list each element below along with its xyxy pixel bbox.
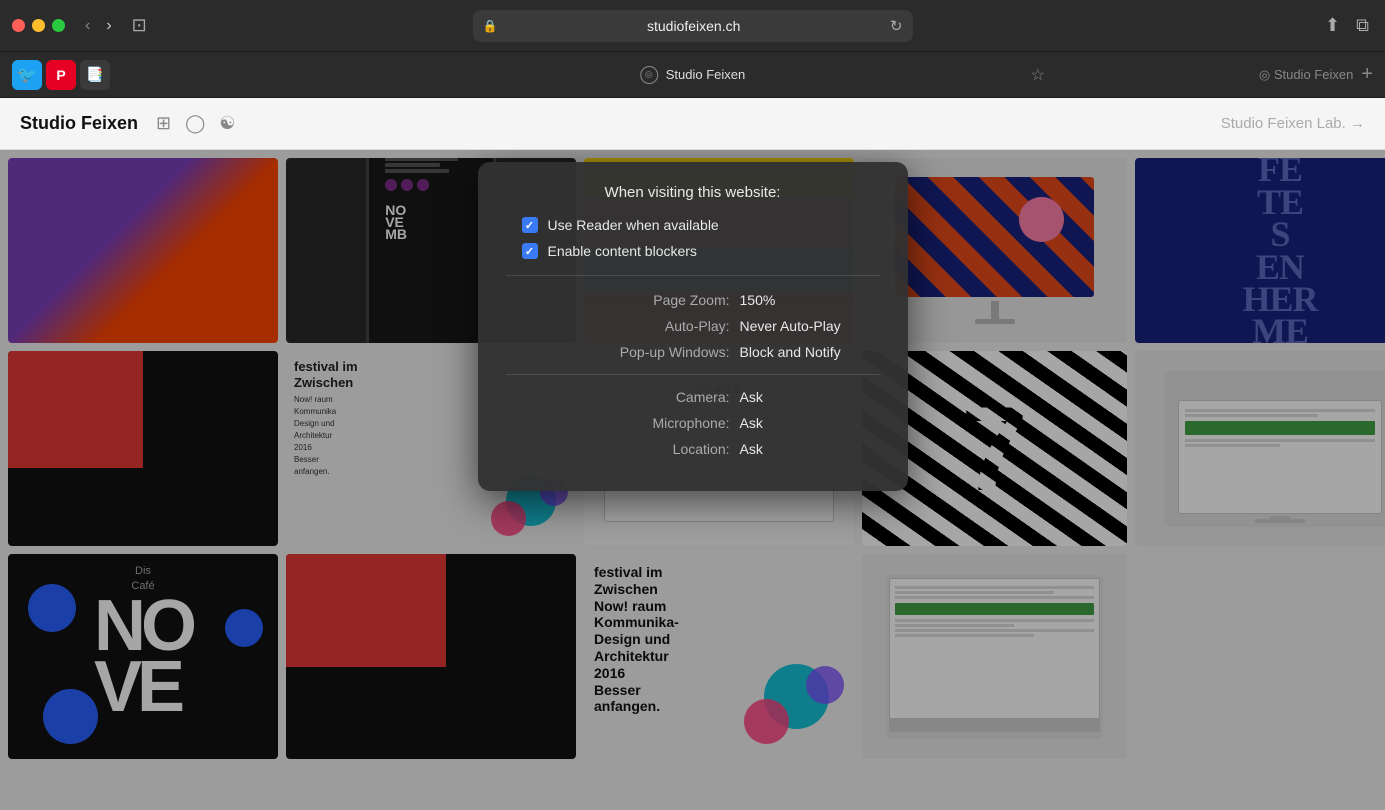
- location-value[interactable]: Ask: [740, 441, 880, 457]
- lab-link[interactable]: Studio Feixen Lab. →: [1221, 115, 1365, 132]
- use-reader-label: Use Reader when available: [548, 217, 719, 233]
- titlebar: ‹ › ⊡ 🔒 studiofeixen.ch ↻ ⬆ ⧉: [0, 0, 1385, 52]
- pinterest-favorite[interactable]: P: [46, 60, 76, 90]
- camera-value[interactable]: Ask: [740, 389, 880, 405]
- main-content: NOVEMB: [0, 150, 1385, 810]
- content-blockers-row[interactable]: ✓ Enable content blockers: [506, 243, 880, 259]
- reload-button[interactable]: ↻: [890, 17, 903, 35]
- toolbar-right: ⬆ ⧉: [1321, 11, 1373, 40]
- camera-label: Camera:: [600, 389, 740, 405]
- microphone-row: Microphone: Ask: [506, 415, 880, 431]
- tab-right-section: ◎ Studio Feixen +: [1259, 63, 1373, 86]
- page-header: Studio Feixen ⊞ ◯ ☯ Studio Feixen Lab. →: [0, 98, 1385, 150]
- content-blockers-label: Enable content blockers: [548, 243, 697, 259]
- use-reader-row[interactable]: ✓ Use Reader when available: [506, 217, 880, 233]
- share-button[interactable]: ⬆: [1321, 11, 1344, 40]
- forward-button[interactable]: ›: [100, 13, 117, 39]
- popup-windows-row: Pop-up Windows: Block and Notify: [506, 344, 880, 360]
- back-button[interactable]: ‹: [79, 13, 96, 39]
- microphone-value[interactable]: Ask: [740, 415, 880, 431]
- twitter-favorite[interactable]: 🐦: [12, 60, 42, 90]
- spiral-icon[interactable]: ☯: [219, 113, 235, 134]
- header-icons: ⊞ ◯ ☯: [156, 113, 235, 134]
- tab-studio-feixen-label: ◎ Studio Feixen: [1259, 67, 1353, 83]
- lock-icon: 🔒: [483, 19, 498, 33]
- sidebar-toggle-button[interactable]: ⊡: [124, 11, 155, 40]
- favorites-bar: 🐦 P 📑: [12, 60, 110, 90]
- minimize-button[interactable]: [32, 19, 45, 32]
- popup-overlay[interactable]: When visiting this website: ✓ Use Reader…: [0, 150, 1385, 810]
- page-zoom-value[interactable]: 150%: [740, 292, 880, 308]
- address-bar[interactable]: 🔒 studiofeixen.ch ↻: [473, 10, 913, 42]
- grid-icon[interactable]: ⊞: [156, 113, 171, 134]
- location-label: Location:: [600, 441, 740, 457]
- tab-favicon: ◎: [640, 66, 658, 84]
- fullscreen-button[interactable]: [52, 19, 65, 32]
- circle-icon[interactable]: ◯: [185, 113, 205, 134]
- bookmark-button[interactable]: ☆: [1031, 65, 1045, 85]
- tab-grid-button[interactable]: ⧉: [1352, 11, 1373, 40]
- page-zoom-label: Page Zoom:: [600, 292, 740, 308]
- close-button[interactable]: [12, 19, 25, 32]
- popup-title: When visiting this website:: [506, 184, 880, 201]
- auto-play-label: Auto-Play:: [600, 318, 740, 334]
- tabbar: 🐦 P 📑 ◎ Studio Feixen ☆ ◎ Studio Feixen …: [0, 52, 1385, 98]
- address-text: studiofeixen.ch: [503, 18, 883, 34]
- use-reader-checkbox[interactable]: ✓: [522, 217, 538, 233]
- content-blockers-checkbox[interactable]: ✓: [522, 243, 538, 259]
- checkmark-icon-2: ✓: [525, 245, 534, 258]
- microphone-label: Microphone:: [600, 415, 740, 431]
- checkmark-icon: ✓: [525, 219, 534, 232]
- auto-play-row: Auto-Play: Never Auto-Play: [506, 318, 880, 334]
- popup-windows-value[interactable]: Block and Notify: [740, 344, 880, 360]
- add-tab-button[interactable]: +: [1361, 63, 1373, 86]
- popup-divider-1: [506, 275, 880, 276]
- location-row: Location: Ask: [506, 441, 880, 457]
- bookmark-favorite[interactable]: 📑: [80, 60, 110, 90]
- camera-row: Camera: Ask: [506, 389, 880, 405]
- settings-popup: When visiting this website: ✓ Use Reader…: [478, 162, 908, 491]
- site-title: Studio Feixen: [20, 113, 138, 134]
- tab-title: Studio Feixen: [666, 67, 746, 82]
- nav-buttons: ‹ ›: [79, 13, 118, 39]
- page-zoom-row: Page Zoom: 150%: [506, 292, 880, 308]
- active-tab[interactable]: ◎ Studio Feixen: [640, 66, 746, 84]
- auto-play-value[interactable]: Never Auto-Play: [740, 318, 880, 334]
- popup-divider-2: [506, 374, 880, 375]
- popup-windows-label: Pop-up Windows:: [600, 344, 740, 360]
- traffic-lights: [12, 19, 65, 32]
